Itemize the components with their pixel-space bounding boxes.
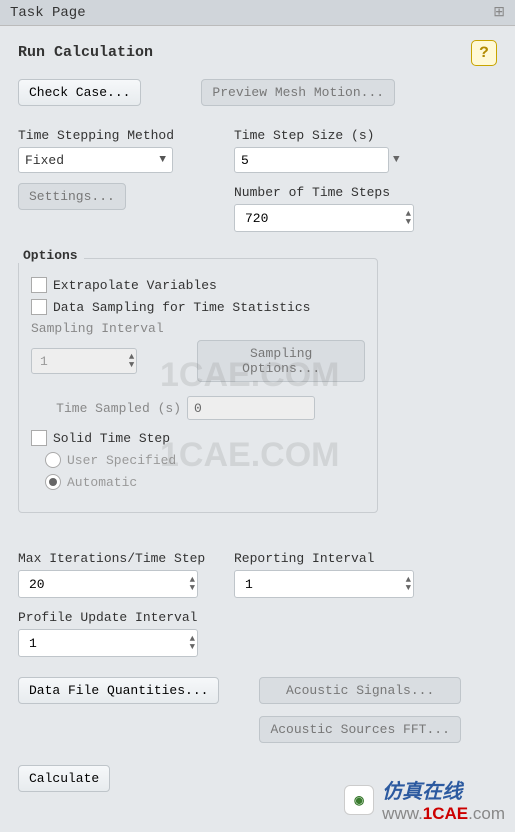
preview-mesh-motion-button: Preview Mesh Motion... — [201, 79, 395, 106]
help-icon[interactable]: ? — [471, 40, 497, 66]
page-title: Run Calculation — [18, 44, 501, 61]
extrapolate-variables-checkbox[interactable]: Extrapolate Variables — [31, 277, 365, 293]
title-bar: Task Page ⊞ — [0, 0, 515, 26]
automatic-radio: Automatic — [45, 474, 365, 490]
number-of-time-steps-label: Number of Time Steps — [234, 185, 444, 200]
solid-time-step-checkbox[interactable]: Solid Time Step — [31, 430, 365, 446]
spinner-arrows-icon[interactable]: ▲▼ — [406, 210, 411, 226]
acoustic-signals-button: Acoustic Signals... — [259, 677, 460, 704]
checkbox-icon — [31, 299, 47, 315]
number-of-time-steps-input[interactable] — [243, 210, 406, 227]
spinner-arrows-icon[interactable]: ▲▼ — [406, 576, 411, 592]
time-sampled-field — [187, 396, 315, 420]
spinner-arrows-icon[interactable]: ▲▼ — [190, 635, 195, 651]
max-iterations-spinner[interactable]: ▲▼ — [18, 570, 198, 598]
task-page: Run Calculation ? Check Case... Preview … — [0, 26, 515, 832]
radio-icon — [45, 474, 61, 490]
time-stepping-settings-button: Settings... — [18, 183, 126, 210]
time-step-size-input[interactable] — [234, 147, 389, 173]
calculate-button[interactable]: Calculate — [18, 765, 110, 792]
time-sampled-label: Time Sampled (s) — [31, 401, 181, 416]
sampling-interval-spinner: 1 ▲▼ — [31, 348, 137, 374]
spinner-arrows-icon[interactable]: ▲▼ — [190, 576, 195, 592]
number-of-time-steps-spinner[interactable]: ▲▼ — [234, 204, 414, 232]
max-iterations-input[interactable] — [27, 576, 190, 593]
user-specified-radio: User Specified — [45, 452, 365, 468]
chevron-down-icon: ▼ — [159, 154, 166, 166]
title-bar-icon: ⊞ — [493, 4, 505, 21]
profile-update-interval-input[interactable] — [27, 635, 190, 652]
radio-icon — [45, 452, 61, 468]
profile-update-interval-label: Profile Update Interval — [18, 610, 208, 625]
sampling-interval-label: Sampling Interval — [31, 321, 365, 336]
chevron-down-icon[interactable]: ▼ — [393, 154, 400, 166]
profile-update-interval-spinner[interactable]: ▲▼ — [18, 629, 198, 657]
spinner-arrows-icon: ▲▼ — [129, 353, 134, 369]
options-group: Options Extrapolate Variables Data Sampl… — [18, 258, 378, 513]
page-watermark: ◉ 仿真在线 www.1CAE.com — [344, 775, 505, 824]
max-iterations-label: Max Iterations/Time Step — [18, 551, 208, 566]
reporting-interval-label: Reporting Interval — [234, 551, 444, 566]
checkbox-icon — [31, 277, 47, 293]
time-stepping-method-label: Time Stepping Method — [18, 128, 208, 143]
reporting-interval-spinner[interactable]: ▲▼ — [234, 570, 414, 598]
sampling-options-button: Sampling Options... — [197, 340, 365, 382]
window-title: Task Page — [10, 5, 86, 21]
options-title: Options — [17, 248, 84, 263]
watermark-logo-icon: ◉ — [344, 785, 374, 815]
checkbox-icon — [31, 430, 47, 446]
data-sampling-checkbox[interactable]: Data Sampling for Time Statistics — [31, 299, 365, 315]
time-stepping-method-select[interactable]: Fixed ▼ — [18, 147, 173, 173]
check-case-button[interactable]: Check Case... — [18, 79, 141, 106]
reporting-interval-input[interactable] — [243, 576, 406, 593]
data-file-quantities-button[interactable]: Data File Quantities... — [18, 677, 219, 704]
acoustic-sources-fft-button: Acoustic Sources FFT... — [259, 716, 460, 743]
time-step-size-label: Time Step Size (s) — [234, 128, 444, 143]
